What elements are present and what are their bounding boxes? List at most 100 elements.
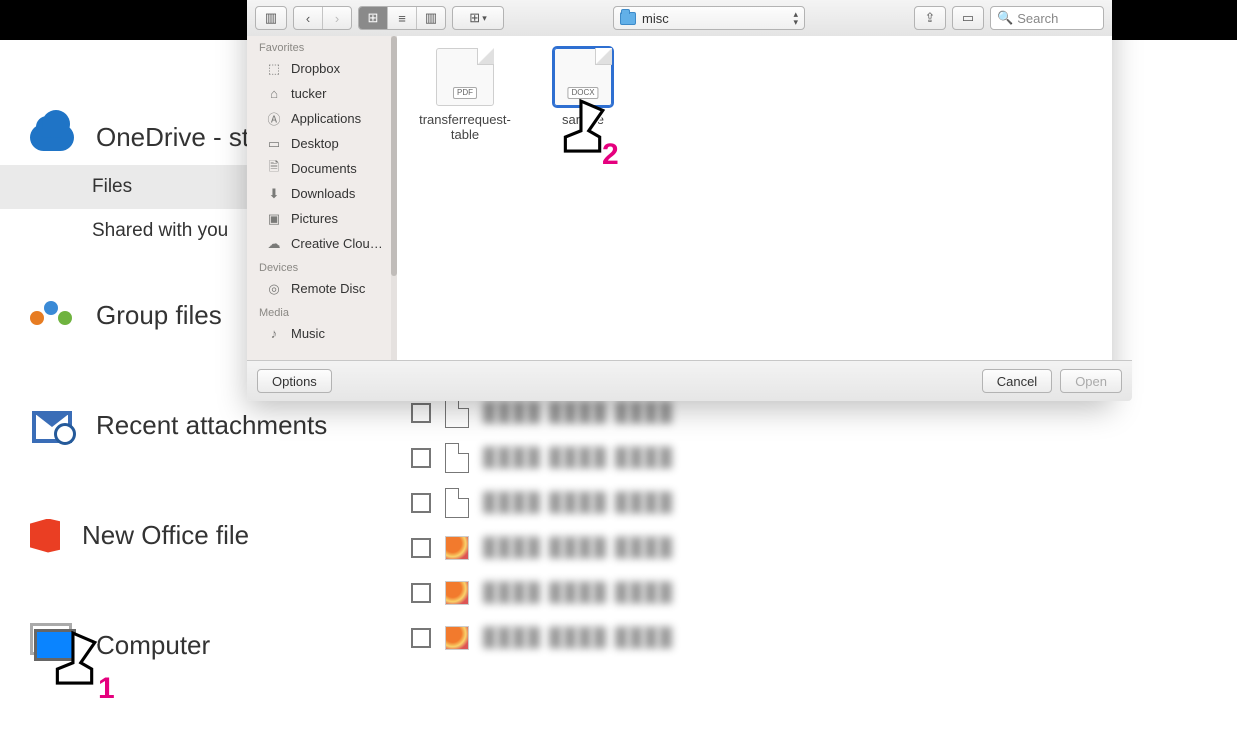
sidebar-item-label: Documents: [291, 161, 357, 176]
sidebar-item-icon: ♪: [265, 327, 283, 341]
sidebar-item-icon: ⬚: [265, 62, 283, 76]
search-placeholder: Search: [1017, 11, 1058, 26]
finder-footer: Options Cancel Open: [247, 360, 1132, 401]
sidebar-item-computer[interactable]: Computer: [0, 618, 360, 673]
sidebar-item-icon: ▭: [265, 137, 283, 151]
sidebar-section-favorites: Favorites: [259, 42, 397, 54]
sidebar-item[interactable]: ☁ Creative Clou…: [247, 231, 397, 256]
checkbox[interactable]: [411, 538, 431, 558]
table-row[interactable]: ████ ████ ████Thursday, August 06, 2015 …: [365, 570, 1237, 615]
sidebar-item[interactable]: ▣ Pictures: [247, 206, 397, 231]
file-name-redacted: ████ ████ ████: [483, 402, 733, 423]
sidebar-item-label: Downloads: [291, 186, 355, 201]
file-name-redacted: ████ ████ ████: [483, 447, 733, 468]
sidebar-item-recent[interactable]: Recent attachments: [0, 398, 360, 453]
file-name-redacted: ████ ████ ████: [483, 537, 733, 558]
onedrive-title-label: OneDrive - sto: [96, 122, 264, 153]
sidebar-section-devices: Devices: [259, 262, 397, 274]
sidebar-item-label: Applications: [291, 111, 361, 126]
file-name-redacted: ████ ████ ████: [483, 582, 733, 603]
sidebar-item-icon: ▣: [265, 212, 283, 226]
view-seg: ⊞ ≡ ▥: [358, 6, 446, 30]
folder-icon: [620, 12, 636, 25]
sidebar-item-icon: Ⓐ: [265, 112, 283, 126]
sidebar-toggle-button[interactable]: ▥: [255, 6, 287, 30]
updown-icon: ▴▾: [793, 10, 798, 26]
sidebar-item-icon: ◎: [265, 282, 283, 296]
checkbox[interactable]: [411, 403, 431, 423]
sidebar-item[interactable]: ⬚ Dropbox: [247, 56, 397, 81]
checkbox[interactable]: [411, 628, 431, 648]
file-icon: [445, 443, 469, 473]
computer-icon: [30, 629, 74, 663]
sidebar-item-label: Group files: [96, 300, 222, 331]
sidebar-item[interactable]: ◎ Remote Disc: [247, 276, 397, 301]
open-button[interactable]: Open: [1060, 369, 1122, 393]
file-name: sample: [528, 112, 638, 127]
sidebar-item[interactable]: ⬇ Downloads: [247, 181, 397, 206]
sidebar-item-label: Pictures: [291, 211, 338, 226]
sidebar-item-label: Dropbox: [291, 61, 340, 76]
file-icon: [445, 398, 469, 428]
group-menu[interactable]: ⊞ ▾: [452, 6, 504, 30]
table-row[interactable]: ████ ████ ████Thursday, August 06, 2015 …: [365, 525, 1237, 570]
path-popup[interactable]: misc ▴▾: [613, 6, 805, 30]
sidebar-item-new-office[interactable]: New Office file: [0, 508, 360, 563]
sidebar-section-media: Media: [259, 307, 397, 319]
sidebar-item[interactable]: Ⓐ Applications: [247, 106, 397, 131]
file-item[interactable]: PDF transferrequest-table: [410, 48, 520, 142]
onedrive-cloud-icon: [30, 124, 74, 151]
firefox-file-icon: [445, 626, 469, 650]
table-row[interactable]: ████ ████ ████Wednesday, June 10, 2015 1…: [365, 615, 1237, 660]
checkbox[interactable]: [411, 583, 431, 603]
view-list-button[interactable]: ≡: [388, 7, 417, 29]
office-icon: [30, 519, 60, 553]
file-type-badge: DOCX: [567, 87, 598, 99]
tags-button[interactable]: ▭: [952, 6, 984, 30]
table-row[interactable]: ████ ████ ████Tuesday, September 08, 201…: [365, 435, 1237, 480]
search-input[interactable]: 🔍 Search: [990, 6, 1104, 30]
sidebar-item-icon: ⌂: [265, 87, 283, 101]
sidebar-item-icon: ☁: [265, 237, 283, 251]
sidebar-item-icon: 🗎: [265, 162, 283, 176]
sidebar-item-label: tucker: [291, 86, 326, 101]
search-icon: 🔍: [997, 10, 1013, 26]
forward-button[interactable]: ›: [323, 7, 351, 29]
mail-clock-icon: [30, 411, 74, 441]
sidebar-item-icon: ⬇: [265, 187, 283, 201]
file-item[interactable]: DOCX sample: [528, 48, 638, 127]
macos-file-dialog: ▥ ‹ › ⊞ ≡ ▥ ⊞ ▾ misc ▴▾ ⇪ ▭ 🔍 Search Fav…: [247, 0, 1112, 401]
sidebar-item[interactable]: ▭ Desktop: [247, 131, 397, 156]
firefox-file-icon: [445, 536, 469, 560]
finder-toolbar: ▥ ‹ › ⊞ ≡ ▥ ⊞ ▾ misc ▴▾ ⇪ ▭ 🔍 Search: [247, 0, 1112, 37]
finder-sidebar: Favorites ⬚ Dropbox ⌂ tucker Ⓐ Applications ▭ D…: [247, 36, 398, 361]
sidebar-item[interactable]: ♪ Music: [247, 321, 397, 346]
sidebar-item[interactable]: ⌂ tucker: [247, 81, 397, 106]
file-name: transferrequest-table: [410, 112, 520, 142]
view-column-button[interactable]: ▥: [417, 7, 445, 29]
back-button[interactable]: ‹: [294, 7, 323, 29]
sidebar-item-label: Music: [291, 326, 325, 341]
file-icon: [445, 488, 469, 518]
table-row[interactable]: ████ ████ ████Tuesday, September 08, 201…: [365, 480, 1237, 525]
finder-file-area: PDF transferrequest-table DOCX sample: [397, 36, 1112, 361]
sidebar-item-label: Shared with you: [92, 220, 228, 242]
sidebar-item-label: New Office file: [82, 520, 249, 551]
path-label: misc: [642, 11, 669, 26]
cancel-button[interactable]: Cancel: [982, 369, 1052, 393]
file-name-redacted: ████ ████ ████: [483, 627, 733, 648]
sidebar-item-label: Remote Disc: [291, 281, 365, 296]
file-thumb: PDF: [436, 48, 494, 106]
file-name-redacted: ████ ████ ████: [483, 492, 733, 513]
sidebar-item-label: Computer: [96, 630, 210, 661]
share-button[interactable]: ⇪: [914, 6, 946, 30]
options-button[interactable]: Options: [257, 369, 332, 393]
sidebar-item-label: Desktop: [291, 136, 339, 151]
view-icon-button[interactable]: ⊞: [359, 7, 388, 29]
checkbox[interactable]: [411, 448, 431, 468]
sidebar-item-label: Recent attachments: [96, 410, 327, 441]
sidebar-item[interactable]: 🗎 Documents: [247, 156, 397, 181]
sidebar-item-label: Creative Clou…: [291, 236, 383, 251]
firefox-file-icon: [445, 581, 469, 605]
checkbox[interactable]: [411, 493, 431, 513]
